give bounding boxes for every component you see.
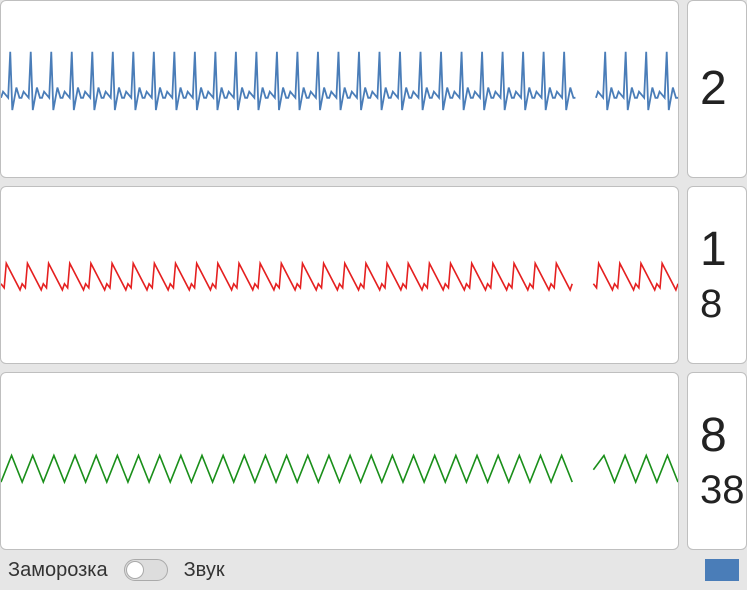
sound-label: Звук bbox=[184, 559, 225, 582]
ecg-trace bbox=[1, 52, 678, 110]
pleth-trace bbox=[1, 263, 678, 290]
freeze-label: Заморозка bbox=[8, 559, 108, 582]
resp-waveform-panel bbox=[0, 372, 679, 550]
row-pleth: 1 8 bbox=[0, 186, 747, 364]
ecg-value-panel: 2 bbox=[687, 0, 747, 178]
bottom-toolbar: Заморозка Звук bbox=[0, 550, 747, 590]
ecg-waveform bbox=[1, 1, 678, 177]
pleth-value-panel: 1 8 bbox=[687, 186, 747, 364]
resp-sub-value: 38 bbox=[700, 468, 745, 512]
row-ecg: 2 bbox=[0, 0, 747, 178]
pleth-waveform-panel bbox=[0, 186, 679, 364]
color-chip[interactable] bbox=[705, 559, 739, 581]
pleth-sub-value: 8 bbox=[700, 282, 722, 326]
resp-value: 8 bbox=[700, 410, 727, 463]
ecg-value: 2 bbox=[700, 63, 727, 116]
ecg-waveform-panel bbox=[0, 0, 679, 178]
monitor-container: 2 1 8 8 38 Заморозка Звук bbox=[0, 0, 747, 590]
row-resp: 8 38 bbox=[0, 372, 747, 550]
waveform-rows: 2 1 8 8 38 bbox=[0, 0, 747, 550]
toggle-knob-icon bbox=[126, 561, 144, 579]
pleth-value: 1 bbox=[700, 224, 727, 277]
pleth-waveform bbox=[1, 187, 678, 363]
resp-waveform bbox=[1, 373, 678, 549]
resp-value-panel: 8 38 bbox=[687, 372, 747, 550]
resp-trace bbox=[1, 455, 678, 482]
sound-toggle[interactable] bbox=[124, 559, 168, 581]
